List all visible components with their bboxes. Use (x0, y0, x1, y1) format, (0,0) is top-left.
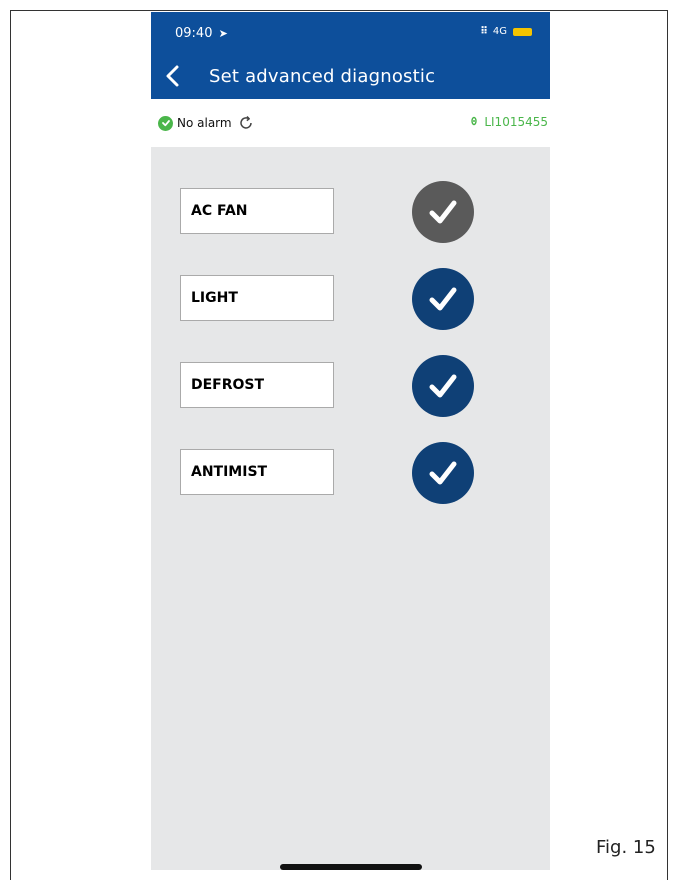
app-header: 09:40 ➤ ⠿ 4G Set advanced diagnostic (151, 12, 550, 99)
status-time: 09:40 (175, 26, 213, 41)
diagnostic-row-defrost: DEFROST (180, 355, 520, 417)
network-type: 4G (492, 26, 507, 37)
item-label: LIGHT (180, 275, 334, 321)
phone-screen: 09:40 ➤ ⠿ 4G Set advanced diagnostic No … (151, 12, 550, 870)
status-indicators: ⠿ 4G (480, 26, 532, 37)
check-toggle-icon[interactable] (412, 442, 474, 504)
battery-icon (513, 27, 532, 36)
check-toggle-icon[interactable] (412, 181, 474, 243)
device-id-group: LI1015455 (470, 115, 548, 129)
item-label: DEFROST (180, 362, 334, 408)
ok-check-icon (158, 115, 173, 131)
refresh-icon[interactable] (238, 115, 254, 131)
diagnostic-row-antimist: ANTIMIST (180, 442, 520, 504)
item-label: AC FAN (180, 188, 334, 234)
bluetooth-signal-icon (470, 115, 478, 129)
home-indicator[interactable] (280, 864, 422, 870)
diagnostic-row-ac-fan: AC FAN (180, 181, 520, 243)
check-toggle-icon[interactable] (412, 355, 474, 417)
device-id: LI1015455 (484, 115, 548, 129)
location-arrow-icon: ➤ (218, 27, 228, 40)
signal-icon: ⠿ (480, 26, 488, 37)
status-time-group: 09:40 ➤ (175, 26, 228, 41)
alarm-status-text: No alarm (177, 116, 232, 130)
alarm-status-bar: No alarm LI1015455 (151, 99, 550, 147)
diagnostic-row-light: LIGHT (180, 268, 520, 330)
back-chevron-icon[interactable] (163, 64, 185, 88)
figure-caption: Fig. 15 (596, 837, 656, 858)
diagnostic-list: AC FAN LIGHT DEFROST ANTIMIST (151, 147, 550, 870)
alarm-status: No alarm (158, 115, 254, 131)
check-toggle-icon[interactable] (412, 268, 474, 330)
page-title: Set advanced diagnostic (209, 66, 436, 87)
item-label: ANTIMIST (180, 449, 334, 495)
